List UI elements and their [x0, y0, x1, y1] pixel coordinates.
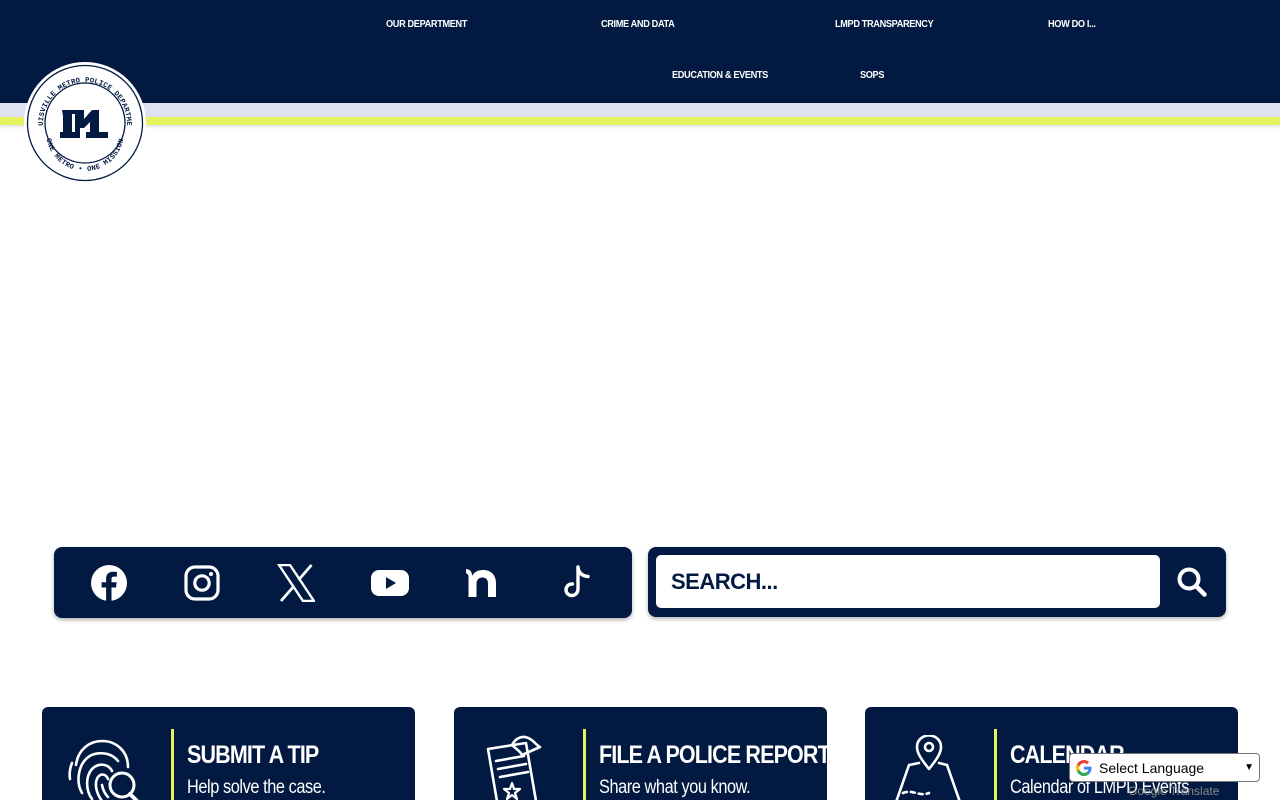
- nav-how-do-i[interactable]: HOW DO I...: [1048, 19, 1096, 30]
- tiktok-icon: [564, 565, 590, 598]
- report-document-icon: [486, 735, 542, 800]
- social-media-bar: [54, 547, 632, 618]
- language-select-label: Select Language: [1099, 759, 1205, 776]
- card-divider: [171, 729, 174, 800]
- nav-education-events[interactable]: EDUCATION & EVENTS: [672, 70, 768, 81]
- youtube-icon: [371, 570, 409, 596]
- map-pin-icon: [895, 735, 961, 800]
- fingerprint-search-icon: [68, 739, 139, 800]
- facebook-icon: [91, 565, 127, 601]
- tiktok-link[interactable]: [557, 563, 597, 603]
- facebook-link[interactable]: [89, 563, 129, 603]
- nav-sops[interactable]: SOPS: [860, 70, 884, 81]
- page: OUR DEPARTMENT CRIME AND DATA LMPD TRANS…: [0, 0, 1280, 800]
- search-icon: [1177, 567, 1207, 597]
- card-title: SUBMIT A TIP: [187, 741, 319, 769]
- card-divider: [994, 729, 997, 800]
- header-accent-stripe: [0, 117, 1280, 125]
- powered-by-google-translate[interactable]: Google Translate: [1128, 784, 1219, 798]
- x-icon: [277, 564, 315, 602]
- language-select[interactable]: Select Language ▼: [1069, 753, 1260, 782]
- lmpd-seal-icon: LOUISVILLE METRO POLICE DEPARTMENT ONE M…: [20, 57, 146, 184]
- card-title: FILE A POLICE REPORT: [599, 741, 827, 769]
- search-button[interactable]: [1174, 564, 1210, 600]
- submit-tip-card[interactable]: SUBMIT A TIP Help solve the case.: [42, 707, 415, 800]
- nav-lmpd-transparency[interactable]: LMPD TRANSPARENCY: [835, 19, 934, 30]
- search-input[interactable]: [656, 555, 1160, 608]
- header-lavender-band: [0, 103, 1280, 117]
- nav-crime-and-data[interactable]: CRIME AND DATA: [601, 19, 675, 30]
- instagram-link[interactable]: [182, 563, 222, 603]
- site-header: OUR DEPARTMENT CRIME AND DATA LMPD TRANS…: [0, 0, 1280, 103]
- card-subtitle: Share what you know.: [599, 777, 751, 798]
- lmpd-logo[interactable]: LOUISVILLE METRO POLICE DEPARTMENT ONE M…: [20, 57, 148, 184]
- card-subtitle: Help solve the case.: [187, 777, 326, 798]
- youtube-link[interactable]: [370, 563, 410, 603]
- x-link[interactable]: [276, 563, 316, 603]
- nextdoor-icon: [466, 569, 496, 597]
- instagram-icon: [184, 565, 220, 601]
- search-bar: [648, 547, 1226, 617]
- chevron-down-icon: ▼: [1244, 762, 1254, 773]
- nav-our-department[interactable]: OUR DEPARTMENT: [386, 19, 467, 30]
- file-police-report-card[interactable]: FILE A POLICE REPORT Share what you know…: [454, 707, 827, 800]
- nextdoor-link[interactable]: [463, 563, 503, 603]
- card-divider: [583, 729, 586, 800]
- google-g-icon: [1076, 759, 1092, 776]
